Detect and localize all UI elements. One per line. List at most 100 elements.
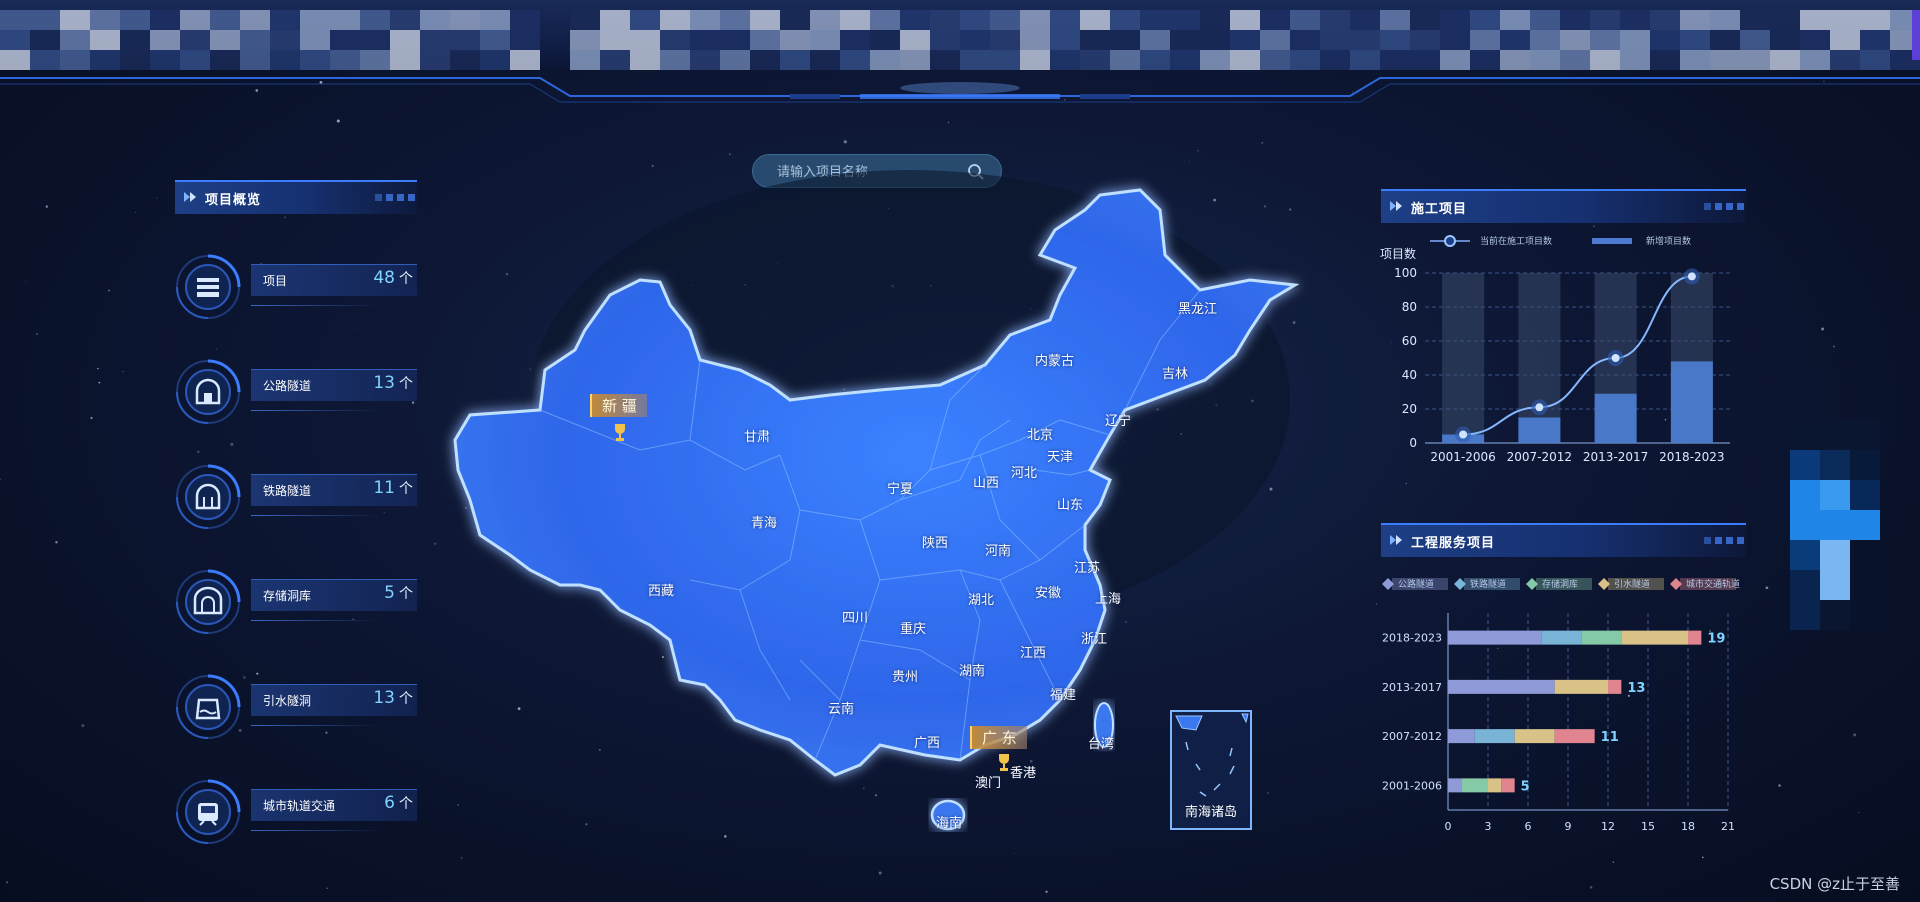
y-tick-label: 40 xyxy=(1402,368,1417,382)
bar-background xyxy=(1442,273,1485,443)
province-label[interactable]: 香港 xyxy=(1010,762,1036,781)
bar[interactable] xyxy=(1670,361,1713,443)
province-label[interactable]: 广西 xyxy=(914,732,940,751)
y-tick-label: 80 xyxy=(1402,300,1417,314)
bar-total-label: 5 xyxy=(1521,779,1530,794)
y-tick-label: 2001-2006 xyxy=(1382,779,1442,792)
chevron-right-icon xyxy=(1390,201,1402,211)
province-label[interactable]: 内蒙古 xyxy=(1035,350,1074,369)
stacked-bar-segment[interactable] xyxy=(1688,630,1702,645)
y-tick-label: 20 xyxy=(1402,402,1417,416)
legend-label: 城市交通轨道 xyxy=(1686,578,1740,590)
stacked-bar-segment[interactable] xyxy=(1474,729,1515,744)
province-label[interactable]: 台湾 xyxy=(1088,733,1114,752)
stacked-bar-segment[interactable] xyxy=(1448,630,1542,645)
construction-chart: 当前在施工项目数 新增项目数项目数 0 20 40 60 80 100 2001-2006 200… xyxy=(1380,235,1730,464)
bar-total-label: 19 xyxy=(1707,632,1725,647)
province-label[interactable]: 陕西 xyxy=(922,532,948,551)
province-label[interactable]: 江西 xyxy=(1020,642,1046,661)
province-label[interactable]: 湖南 xyxy=(959,660,985,679)
service-title: 工程服务项目 xyxy=(1411,536,1496,551)
province-label[interactable]: 云南 xyxy=(828,698,854,717)
legend-label: 公路隧道 xyxy=(1398,578,1434,590)
line-point[interactable] xyxy=(1611,354,1620,362)
province-label[interactable]: 福建 xyxy=(1050,684,1076,703)
construction-panel-title: 施工项目 xyxy=(1381,189,1746,223)
province-label[interactable]: 湖北 xyxy=(968,589,994,608)
province-label[interactable]: 贵州 xyxy=(892,666,918,685)
legend-label: 铁路隧道 xyxy=(1470,578,1506,590)
stacked-bar-segment[interactable] xyxy=(1448,679,1555,694)
province-label[interactable]: 重庆 xyxy=(900,618,926,637)
service-panel-title: 工程服务项目 xyxy=(1381,523,1746,557)
chart-legend: 公路隧道 铁路隧道 存储洞库 引水隧道 城市交通轨道 xyxy=(1382,578,1740,590)
stacked-bar-segment[interactable] xyxy=(1514,729,1555,744)
south-sea-label: 南海诸岛 xyxy=(1184,805,1237,820)
stacked-bar-segment[interactable] xyxy=(1621,630,1688,645)
blurred-overlay xyxy=(1790,420,1880,630)
construction-title: 施工项目 xyxy=(1411,202,1468,217)
province-label[interactable]: 天津 xyxy=(1047,446,1073,465)
y-tick-label: 60 xyxy=(1402,334,1417,348)
province-label[interactable]: 海南 xyxy=(936,812,962,831)
highlight-tag-guangdong[interactable]: 广 东 xyxy=(970,726,1027,749)
province-label[interactable]: 甘肃 xyxy=(744,426,770,445)
province-label[interactable]: 四川 xyxy=(842,607,868,626)
y-tick-label: 2007-2012 xyxy=(1382,730,1442,743)
trophy-marker-icon[interactable] xyxy=(612,422,628,444)
south-sea-islands xyxy=(1175,713,1249,797)
x-tick-label: 2007-2012 xyxy=(1507,450,1572,464)
line-point[interactable] xyxy=(1459,430,1468,439)
province-label[interactable]: 浙江 xyxy=(1081,628,1107,647)
bar-total-label: 11 xyxy=(1601,730,1619,745)
stacked-bar-segment[interactable] xyxy=(1581,630,1622,645)
province-label[interactable]: 江苏 xyxy=(1074,557,1100,576)
province-label[interactable]: 辽宁 xyxy=(1105,410,1131,429)
stacked-bar-segment[interactable] xyxy=(1608,679,1622,694)
x-tick-label: 3 xyxy=(1485,820,1492,833)
stacked-bar-segment[interactable] xyxy=(1541,630,1582,645)
province-label[interactable]: 安徽 xyxy=(1035,582,1061,601)
province-label[interactable]: 上海 xyxy=(1095,588,1121,607)
south-china-sea-inset: 南海诸岛 xyxy=(1170,710,1252,830)
legend-bar-label: 新增项目数 xyxy=(1646,235,1691,247)
x-tick-label: 12 xyxy=(1601,820,1615,833)
legend-label: 存储洞库 xyxy=(1542,578,1578,590)
bar[interactable] xyxy=(1518,417,1561,444)
highlight-tag-xinjiang[interactable]: 新 疆 xyxy=(590,394,647,417)
line-point[interactable] xyxy=(1687,272,1696,281)
x-tick-label: 0 xyxy=(1445,820,1452,833)
chevron-right-icon xyxy=(1390,535,1402,545)
x-tick-label: 2001-2006 xyxy=(1430,450,1495,464)
stacked-bar-segment[interactable] xyxy=(1554,679,1608,694)
province-label[interactable]: 山西 xyxy=(973,472,999,491)
province-label[interactable]: 河南 xyxy=(985,540,1011,559)
x-tick-label: 18 xyxy=(1681,820,1695,833)
y-tick-label: 2018-2023 xyxy=(1382,632,1442,645)
province-label[interactable]: 河北 xyxy=(1011,462,1037,481)
stacked-bar-segment[interactable] xyxy=(1461,778,1488,793)
province-label[interactable]: 吉林 xyxy=(1162,363,1188,382)
chart-legend: 当前在施工项目数 新增项目数 xyxy=(1430,235,1691,247)
province-label[interactable]: 山东 xyxy=(1057,494,1083,513)
y-tick-label: 2013-2017 xyxy=(1382,681,1442,694)
province-label[interactable]: 青海 xyxy=(751,512,777,531)
stacked-bar-segment[interactable] xyxy=(1554,729,1595,744)
province-label[interactable]: 宁夏 xyxy=(887,478,913,497)
province-label[interactable]: 黑龙江 xyxy=(1178,298,1217,317)
stacked-bar-segment[interactable] xyxy=(1501,778,1515,793)
y-axis-label: 项目数 xyxy=(1380,246,1416,261)
x-tick-label: 2013-2017 xyxy=(1583,450,1648,464)
stacked-bar-segment[interactable] xyxy=(1488,778,1502,793)
trophy-marker-icon[interactable] xyxy=(996,752,1012,774)
x-tick-label: 9 xyxy=(1565,820,1572,833)
province-label[interactable]: 西藏 xyxy=(648,580,674,599)
line-point[interactable] xyxy=(1535,403,1544,412)
series-line xyxy=(1463,275,1692,436)
stacked-bar-segment[interactable] xyxy=(1448,729,1475,744)
province-label[interactable]: 澳门 xyxy=(975,772,1001,791)
stacked-bar-segment[interactable] xyxy=(1448,778,1462,793)
x-tick-label: 6 xyxy=(1525,820,1532,833)
bar[interactable] xyxy=(1594,393,1637,443)
province-label[interactable]: 北京 xyxy=(1027,424,1053,443)
